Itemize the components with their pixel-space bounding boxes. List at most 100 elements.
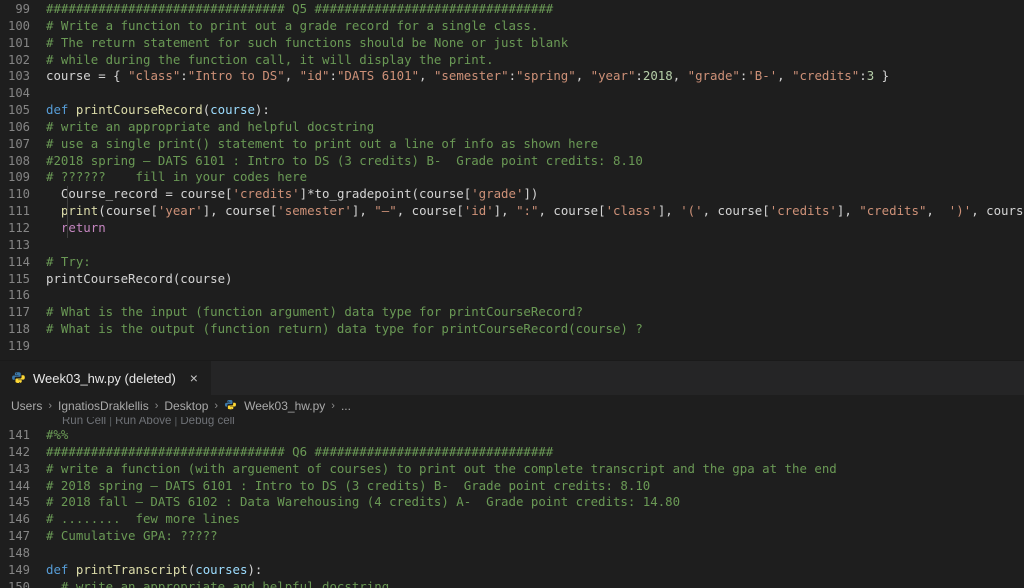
line-number: 107 — [7, 136, 30, 151]
code-line[interactable]: 111 print(course['year'], course['semest… — [0, 203, 1024, 220]
breadcrumb-item-[interactable]: ... — [339, 399, 353, 413]
line-number: 105 — [7, 103, 30, 118]
token-str: 'semester' — [277, 203, 352, 219]
code-line[interactable]: 115 printCourseRecord(course) — [0, 271, 1024, 288]
token-plain: (course[ — [98, 203, 158, 219]
line-number: 142 — [7, 444, 30, 459]
token-kw: def — [46, 561, 69, 577]
editor-pane-bottom[interactable]: Run Cell | Run Above | Debug cell 141 #%% 142 #… — [0, 417, 1024, 588]
code-line[interactable]: 101 # The return statement for such funct… — [0, 35, 1024, 52]
token-plain: : — [635, 68, 643, 84]
close-icon[interactable]: × — [187, 371, 201, 385]
breadcrumb-separator: › — [154, 400, 159, 412]
code-text: # use a single print() statement to prin… — [46, 136, 1024, 153]
code-text: return — [46, 220, 1024, 237]
token-str: 'credits' — [232, 186, 300, 202]
code-line[interactable]: 102 # while during the function call, it … — [0, 52, 1024, 69]
line-number: 114 — [7, 254, 30, 269]
token-str: "credits" — [792, 68, 860, 84]
code-text: # What is the input (function argument) … — [46, 304, 1024, 321]
tab-label: Week03_hw.py (deleted) — [33, 370, 176, 386]
line-number: 150 — [7, 579, 30, 588]
line-number: 111 — [7, 204, 30, 219]
code-line[interactable]: 118 # What is the output (function return… — [0, 321, 1024, 338]
token-com: # while during the function call, it wil… — [46, 51, 494, 67]
breadcrumb: Users › IgnatiosDraklellis › Desktop › Week03_… — [0, 395, 1024, 417]
breadcrumb-item-desktop[interactable]: Desktop — [162, 399, 210, 413]
code-line[interactable]: 103 course = { "class":"Intro to DS", "id… — [0, 68, 1024, 85]
token-plain: ], — [493, 203, 517, 219]
token-com: # ........ few more lines — [46, 511, 240, 527]
token-plain: ], — [351, 203, 375, 219]
code-line[interactable]: 104 — [0, 85, 1024, 102]
token-plain: ], — [657, 203, 681, 219]
code-line[interactable]: 117 # What is the input (function argumen… — [0, 304, 1024, 321]
indent-guide — [67, 186, 68, 238]
code-text: def printTranscript(courses): — [46, 562, 1024, 579]
code-line[interactable]: 141 #%% — [0, 427, 1024, 444]
code-line[interactable]: 148 — [0, 545, 1024, 562]
token-plain: , — [926, 203, 949, 219]
code-line[interactable]: 149 def printTranscript(courses): — [0, 562, 1024, 579]
breadcrumb-item-label: IgnatiosDraklellis — [58, 399, 149, 413]
code-line[interactable]: 116 — [0, 287, 1024, 304]
token-plain: ]) — [523, 186, 539, 202]
breadcrumb-item-ignatiosdraklellis[interactable]: IgnatiosDraklellis — [56, 399, 151, 413]
code-line[interactable]: 147 # Cumulative GPA: ????? — [0, 528, 1024, 545]
breadcrumb-item-label: Week03_hw.py — [244, 399, 326, 413]
line-number: 106 — [7, 119, 30, 134]
line-number: 145 — [7, 495, 30, 510]
code-line[interactable]: 143 # write a function (with arguement of… — [0, 461, 1024, 478]
token-com: # write an appropriate and helpful docst… — [46, 118, 375, 134]
code-text: # The return statement for such function… — [46, 35, 1024, 52]
line-number: 143 — [7, 461, 30, 476]
code-line[interactable]: 100 # Write a function to print out a gra… — [0, 18, 1024, 35]
code-line[interactable]: 119 — [0, 338, 1024, 355]
code-line[interactable]: 144 # 2018 spring – DATS 6101 : Intro to … — [0, 478, 1024, 495]
breadcrumb-item-week03-hw-py[interactable]: Week03_hw.py — [222, 399, 327, 414]
token-com: # 2018 spring – DATS 6101 : Intro to DS … — [46, 477, 651, 493]
breadcrumb-item-label: Desktop — [164, 399, 209, 413]
code-line[interactable]: 106 # write an appropriate and helpful do… — [0, 119, 1024, 136]
code-line[interactable]: 113 — [0, 237, 1024, 254]
token-plain: : — [329, 68, 337, 84]
code-line[interactable]: 145 # 2018 fall – DATS 6102 : Data Wareho… — [0, 494, 1024, 511]
token-str: '(' — [680, 203, 703, 219]
token-com: # write an appropriate and helpful docst… — [46, 578, 390, 588]
breadcrumb-item-label: Users — [11, 399, 43, 413]
token-str: "id" — [299, 68, 330, 84]
code-line[interactable]: 108 #2018 spring – DATS 6101 : Intro to D… — [0, 153, 1024, 170]
token-str: ')' — [948, 203, 972, 219]
token-com: # Cumulative GPA: ????? — [46, 528, 218, 544]
code-text: # ........ few more lines — [46, 511, 1024, 528]
code-area-top[interactable]: 99 ################################ Q5 ##… — [0, 0, 1024, 355]
code-line[interactable]: 105 def printCourseRecord(course): — [0, 102, 1024, 119]
line-number: 149 — [7, 562, 30, 577]
code-line[interactable]: 150 # write an appropriate and helpful d… — [0, 579, 1024, 588]
breadcrumb-item-users[interactable]: Users — [9, 399, 44, 413]
code-line[interactable]: 112 return — [0, 220, 1024, 237]
token-fn: printTranscript — [75, 561, 188, 577]
breadcrumb-separator: › — [48, 400, 53, 412]
token-str: 'grade' — [471, 186, 524, 202]
token-str: "Intro to DS" — [187, 68, 285, 84]
code-line[interactable]: 109 # ?????? fill in your codes here — [0, 169, 1024, 186]
line-number: 147 — [7, 529, 30, 544]
token-plain: ): — [247, 561, 263, 577]
code-line[interactable]: 146 # ........ few more lines — [0, 511, 1024, 528]
code-area-bottom[interactable]: 141 #%% 142 ###############################… — [0, 417, 1024, 588]
editor-pane-top[interactable]: 99 ################################ Q5 ##… — [0, 0, 1024, 360]
code-line[interactable]: 107 # use a single print() statement to p… — [0, 136, 1024, 153]
code-line[interactable]: 110 Course_record = course['credits']*to… — [0, 186, 1024, 203]
token-plain: , course[ — [396, 203, 464, 219]
code-line[interactable]: 142 ################################ Q6 #… — [0, 444, 1024, 461]
code-line[interactable]: 114 # Try: — [0, 254, 1024, 271]
code-line[interactable]: 99 ################################ Q5 ##… — [0, 1, 1024, 18]
token-str: "year" — [590, 68, 636, 84]
code-text: #%% — [46, 427, 1024, 444]
tab-week03-hw-py[interactable]: Week03_hw.py (deleted) × — [0, 361, 212, 395]
code-text: # 2018 fall – DATS 6102 : Data Warehousi… — [46, 494, 1024, 511]
